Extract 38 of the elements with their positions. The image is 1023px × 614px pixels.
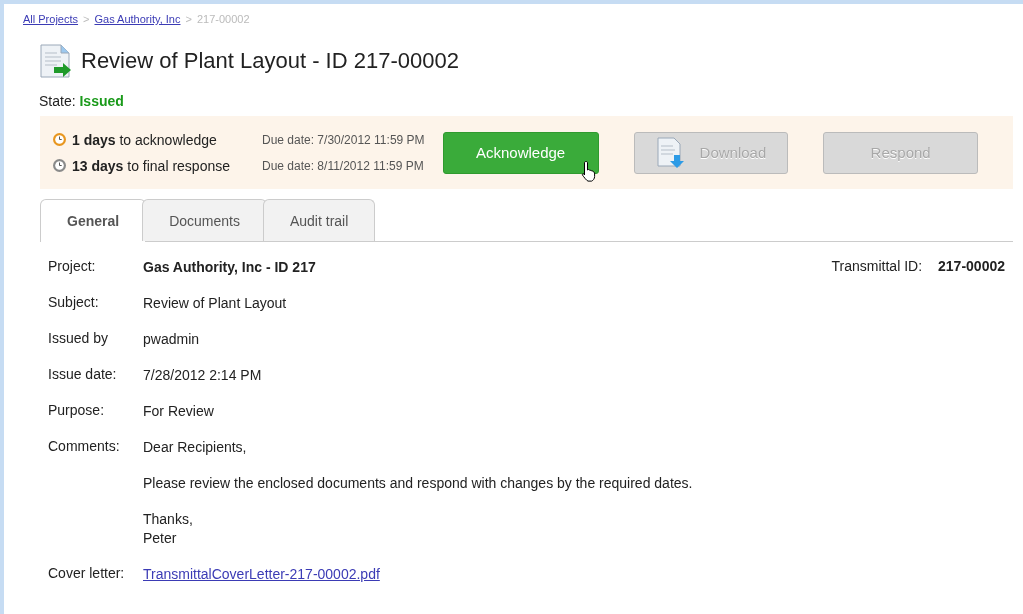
tab[interactable]: Documents (142, 199, 267, 241)
field-label: Purpose: (48, 402, 106, 420)
field-value: For Review (143, 402, 214, 421)
field-label: Issue date: (48, 366, 118, 384)
field-value: Gas Authority, Inc - ID 217 (143, 258, 316, 277)
tab[interactable]: General (40, 199, 147, 242)
field-value: pwadmin (143, 330, 200, 349)
field-label: Subject: (48, 294, 100, 312)
field-value: 7/28/2012 2:14 PM (143, 366, 262, 385)
field-label: Issued by (48, 330, 109, 348)
field-value: Dear Recipients, (143, 438, 248, 457)
state-value: Issued (79, 93, 124, 109)
document-download-icon (655, 136, 686, 169)
field-value: 217-00002 (938, 258, 1005, 274)
field-label: Transmittal ID: (831, 258, 923, 274)
pointer-hand-icon (580, 159, 597, 182)
file-link[interactable]: TransmittalCoverLetter-217-00002.pdf (143, 565, 380, 584)
field-value: Review of Plant Layout (143, 294, 287, 313)
due-date: Due date: 7/30/2012 11:59 PM (262, 132, 425, 147)
due-date: Due date: 8/11/2012 11:59 PM (262, 158, 424, 173)
breadcrumb-current: 217-00002 (196, 13, 250, 25)
page-title: Review of Plant Layout - ID 217-00002 (81, 48, 459, 74)
breadcrumb-link[interactable]: All Projects (23, 13, 79, 25)
field-value: Thanks, Peter (143, 510, 194, 548)
clock-icon (52, 158, 67, 173)
state-label: State: (39, 93, 76, 109)
field-label: Comments: (48, 438, 121, 456)
deadline-text: 13 days to final response (72, 157, 231, 174)
document-arrow-icon (39, 43, 73, 79)
clock-icon (52, 132, 67, 147)
breadcrumb-separator: > (83, 13, 90, 25)
breadcrumb-separator: > (185, 13, 192, 25)
deadline-text: 1 days to acknowledge (72, 131, 218, 148)
field-value: Please review the enclosed documents and respond with changes by the required dates. (143, 474, 693, 493)
field-label: Project: (48, 258, 97, 276)
field-label: Cover letter: (48, 565, 126, 583)
tab[interactable]: Audit trail (262, 199, 376, 241)
breadcrumb-link[interactable]: Gas Authority, Inc (94, 13, 181, 25)
